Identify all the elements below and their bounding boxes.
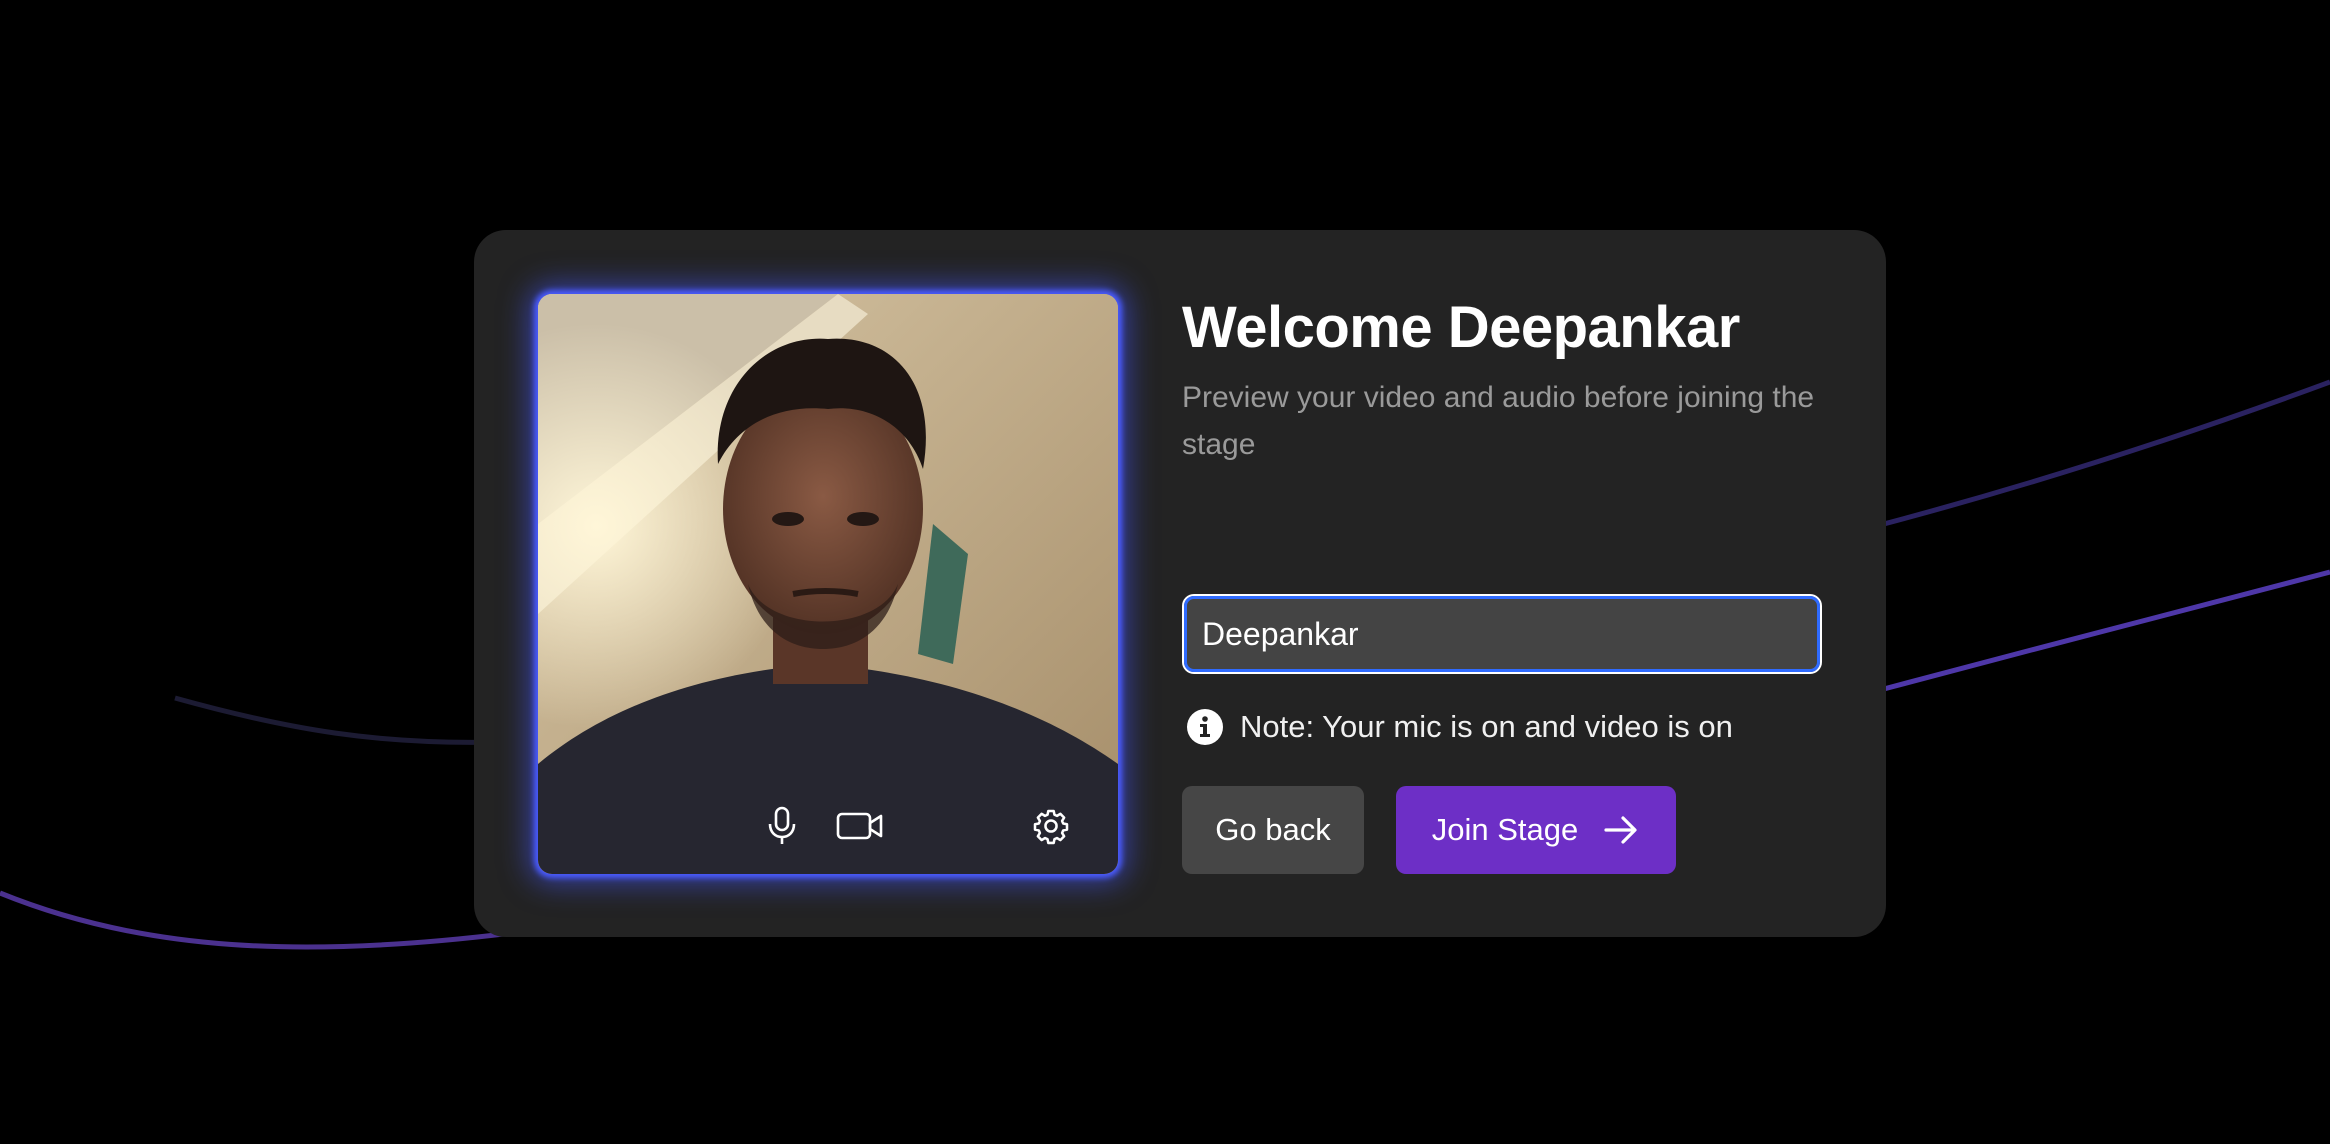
welcome-panel: Welcome Deepankar Preview your video and… [1182,294,1832,468]
camera-feed-image [538,294,1118,874]
info-icon [1186,708,1224,746]
arrow-right-icon [1602,811,1640,849]
background-curve-left [174,695,501,745]
settings-button[interactable] [1028,804,1074,848]
microphone-toggle[interactable] [760,804,804,848]
gear-icon [1033,809,1069,845]
join-stage-label: Join Stage [1431,812,1579,847]
background-curve-right-upper [1879,379,2330,528]
microphone-icon [768,806,796,844]
video-camera-icon [836,812,883,840]
join-stage-card: Welcome Deepankar Preview your video and… [474,230,1886,937]
join-stage-button[interactable]: Join Stage [1396,786,1676,874]
video-preview [538,294,1118,874]
background-curve-right-lower [1879,569,2330,693]
media-status-note: Note: Your mic is on and video is on [1186,708,1733,746]
go-back-button[interactable]: Go back [1182,786,1364,874]
background-curve-bottom [0,890,521,950]
note-text: Note: Your mic is on and video is on [1240,709,1733,744]
go-back-label: Go back [1215,812,1331,847]
page-title: Welcome Deepankar [1182,295,1740,360]
page-subtitle: Preview your video and audio before join… [1182,381,1815,461]
display-name-input[interactable] [1182,594,1822,674]
video-toggle[interactable] [834,804,886,848]
